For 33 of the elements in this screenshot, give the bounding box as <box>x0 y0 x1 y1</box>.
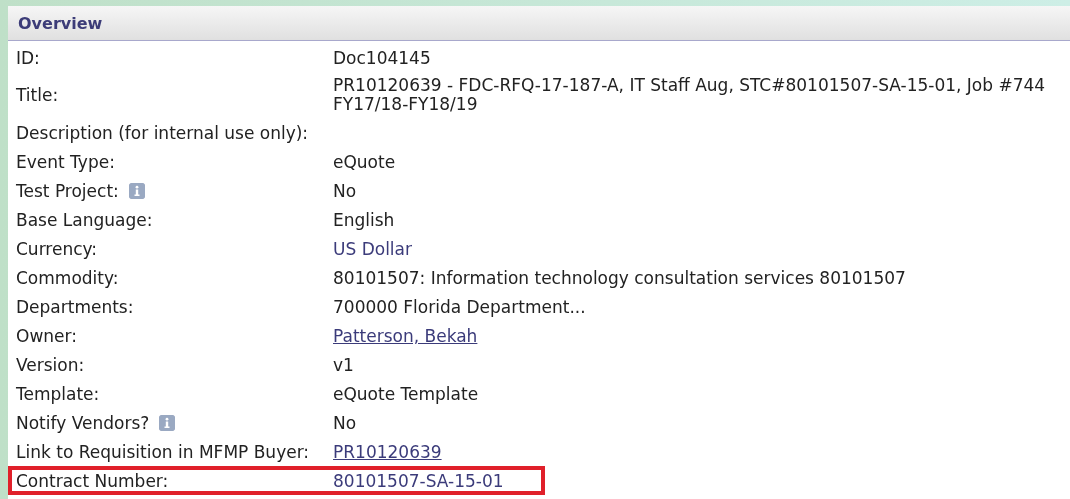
field-value: US Dollar <box>333 238 412 259</box>
field-value: PR10120639 - FDC-RFQ-17-187-A, IT Staff Aug, STC#80101507-SA-15-01, Job #744 <box>333 76 1046 95</box>
field-label: Base Language: <box>16 209 153 230</box>
field-value: Doc104145 <box>333 47 431 68</box>
panel-title: Overview <box>18 13 103 33</box>
field-label: Template: <box>16 383 100 404</box>
field-label: ID: <box>16 47 40 68</box>
field-value: 80101507-SA-15-01 <box>333 470 504 491</box>
field-value: 700000 Florida Department... <box>333 296 586 317</box>
field-value: English <box>333 209 395 230</box>
field-label: Event Type: <box>16 151 115 172</box>
field-label: Notify Vendors? <box>16 412 150 433</box>
field-link[interactable]: PR10120639 <box>333 441 442 462</box>
field-value: No <box>333 412 357 433</box>
field-label: Link to Requisition in MFMP Buyer: <box>16 441 310 462</box>
field-label: Departments: <box>16 296 134 317</box>
field-value: No <box>333 180 357 201</box>
info-icon[interactable] <box>128 182 145 199</box>
field-value: v1 <box>333 354 354 375</box>
field-value: 80101507: Information technology consultation services 80101507 <box>333 267 906 288</box>
field-link[interactable]: Patterson, Bekah <box>333 325 478 346</box>
field-label: Commodity: <box>16 267 119 288</box>
field-value: eQuote <box>333 151 396 172</box>
field-value: eQuote Template <box>333 383 479 404</box>
field-label: Version: <box>16 354 85 375</box>
field-value: FY17/18-FY18/19 <box>333 95 479 114</box>
field-label: Owner: <box>16 325 77 346</box>
field-label: Contract Number: <box>16 470 169 491</box>
info-icon[interactable] <box>159 414 176 431</box>
field-label: Title: <box>16 85 59 105</box>
field-label: Currency: <box>16 238 98 259</box>
field-label: Test Project: <box>16 180 119 201</box>
field-label: Description (for internal use only): <box>16 122 309 143</box>
